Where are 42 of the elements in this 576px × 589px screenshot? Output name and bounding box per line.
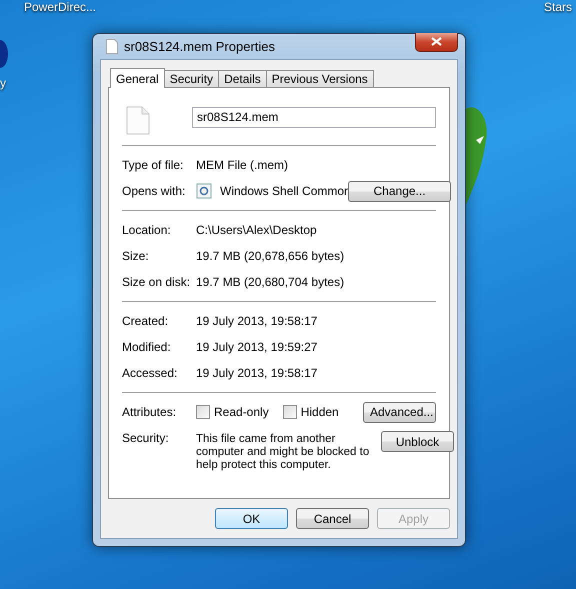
desktop-icon-label[interactable]: PowerDirec... xyxy=(24,0,96,14)
field-label: Security: xyxy=(122,431,170,445)
close-button[interactable] xyxy=(415,32,458,52)
field-label: Location: xyxy=(122,223,172,237)
field-value: MEM File (.mem) xyxy=(196,158,289,172)
close-icon xyxy=(431,37,442,46)
change-button[interactable]: Change... xyxy=(348,180,452,202)
field-value: 19.7 MB (20,678,656 bytes) xyxy=(196,249,346,263)
field-value: 19.7 MB (20,680,704 bytes) xyxy=(196,275,346,289)
checkbox-label: Hidden xyxy=(300,405,339,419)
tab[interactable]: Previous Versions xyxy=(266,70,374,87)
field-label: Opens with: xyxy=(122,184,186,198)
file-icon xyxy=(106,39,118,54)
field-value: Windows Shell Commor xyxy=(220,184,348,198)
tab[interactable]: General xyxy=(110,68,165,88)
desktop-icon-label[interactable]: y xyxy=(0,76,6,90)
field-value: C:\Users\Alex\Desktop xyxy=(196,223,318,237)
checkbox[interactable] xyxy=(282,405,297,419)
field-label: Attributes: xyxy=(122,405,178,419)
tab[interactable]: Details xyxy=(218,70,267,87)
checkbox-label: Read-only xyxy=(214,405,269,419)
field-label: Size on disk: xyxy=(122,275,192,289)
field-value: 19 July 2013, 19:58:17 xyxy=(196,366,318,380)
dialog-button[interactable]: OK xyxy=(215,508,288,529)
field-label: Type of file: xyxy=(122,158,184,172)
field-label: Created: xyxy=(122,314,170,328)
dialog-button[interactable]: Cancel xyxy=(296,508,369,529)
window-title: sr08S124.mem Properties xyxy=(124,39,276,54)
advanced-button[interactable]: Advanced... xyxy=(363,402,436,422)
file-name-field[interactable]: sr08S124.mem xyxy=(192,106,436,128)
checkbox[interactable] xyxy=(196,405,210,419)
tab[interactable]: Security xyxy=(164,70,220,87)
file-icon xyxy=(126,106,150,134)
desktop-icon xyxy=(0,40,8,68)
unblock-button[interactable]: Unblock xyxy=(381,431,454,452)
field-label: Modified: xyxy=(122,340,172,354)
program-icon xyxy=(196,183,212,199)
field-label: Accessed: xyxy=(122,366,178,380)
field-value: 19 July 2013, 19:58:17 xyxy=(196,314,318,328)
field-value: 19 July 2013, 19:59:27 xyxy=(196,340,318,354)
security-message: This file came from another computer and might be blocked to help protect this computer. xyxy=(196,432,370,472)
field-label: Size: xyxy=(122,249,150,263)
